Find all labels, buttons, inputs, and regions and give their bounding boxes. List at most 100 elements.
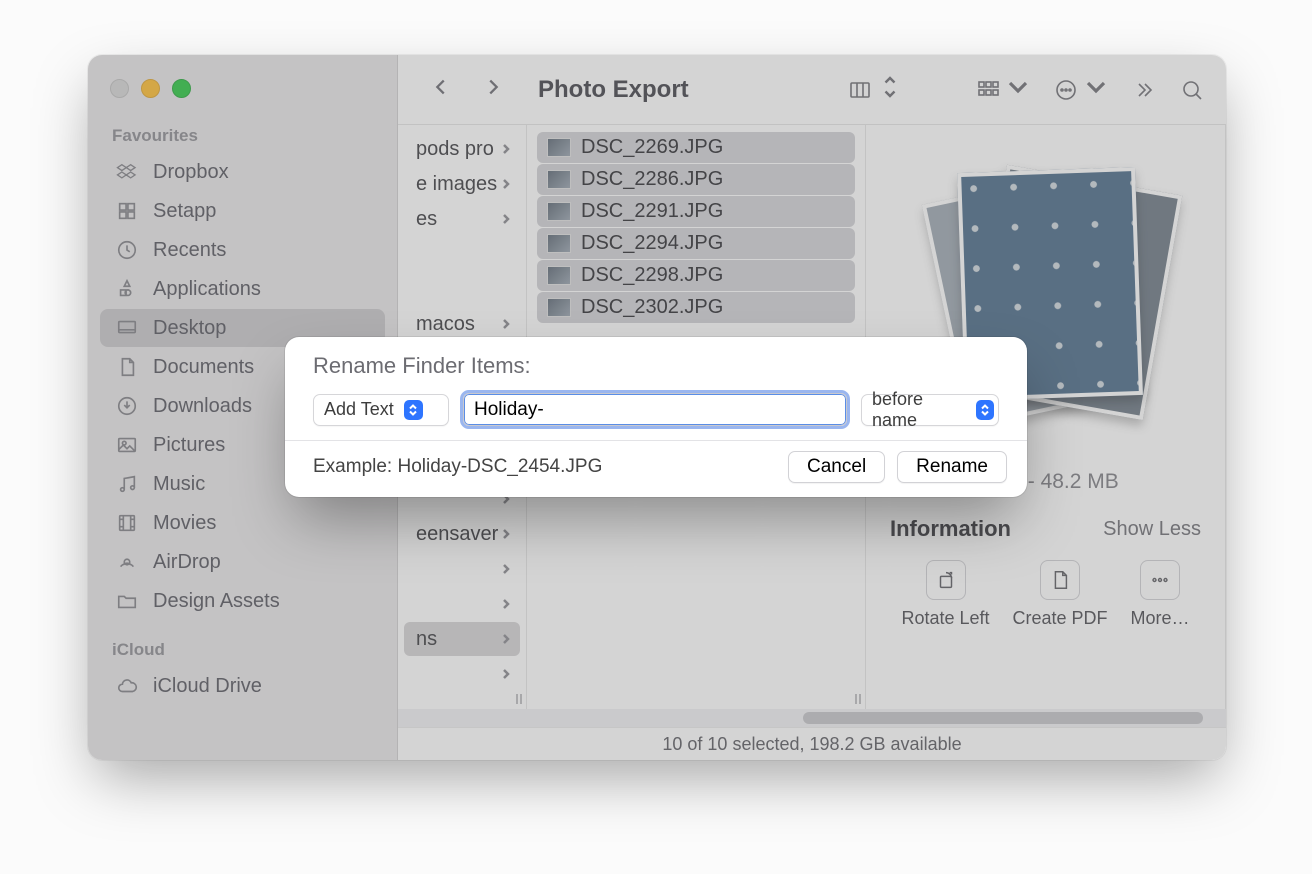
music-icon — [114, 472, 140, 496]
quick-action-label: More… — [1130, 608, 1189, 629]
file-row[interactable]: DSC_2286.JPG — [537, 164, 855, 195]
view-columns-button[interactable] — [848, 75, 902, 104]
folder-row[interactable]: macos — [404, 307, 520, 341]
chevron-right-icon — [500, 208, 512, 231]
file-thumbnail — [547, 138, 571, 157]
search-button[interactable] — [1180, 78, 1204, 102]
sheet-title: Rename Finder Items: — [313, 353, 999, 379]
sidebar-item-label: Desktop — [153, 317, 226, 340]
download-icon — [114, 394, 140, 418]
file-row[interactable]: DSC_2294.JPG — [537, 228, 855, 259]
folder-row[interactable] — [404, 272, 520, 306]
airdrop-icon — [114, 550, 140, 574]
file-thumbnail — [547, 202, 571, 221]
chevron-right-icon — [500, 628, 512, 651]
folder-row[interactable]: pods pro — [404, 132, 520, 166]
file-row[interactable]: DSC_2269.JPG — [537, 132, 855, 163]
file-row[interactable]: DSC_2291.JPG — [537, 196, 855, 227]
file-thumbnail — [547, 266, 571, 285]
folder-row[interactable] — [404, 657, 520, 691]
chevron-down-icon — [1084, 75, 1108, 104]
sidebar-heading-icloud: iCloud — [100, 634, 385, 666]
rotate-icon — [926, 560, 966, 600]
scrollbar-thumb[interactable] — [803, 712, 1203, 724]
sidebar-item-icloud-drive[interactable]: iCloud Drive — [100, 667, 385, 705]
apps-icon — [114, 277, 140, 301]
file-row[interactable]: DSC_2298.JPG — [537, 260, 855, 291]
quick-action-label: Rotate Left — [901, 608, 989, 629]
back-button[interactable] — [430, 76, 452, 103]
folder-row[interactable]: es — [404, 202, 520, 236]
chevron-down-icon — [1006, 75, 1030, 104]
folder-row[interactable] — [404, 587, 520, 621]
file-name: DSC_2302.JPG — [581, 296, 723, 319]
chevron-right-icon — [500, 313, 512, 336]
file-name: DSC_2294.JPG — [581, 232, 723, 255]
folder-row[interactable] — [404, 552, 520, 586]
folder-row[interactable] — [404, 237, 520, 271]
dropbox-icon — [114, 160, 140, 184]
window-controls — [100, 75, 385, 120]
quick-action-create-pdf[interactable]: Create PDF — [1012, 560, 1107, 629]
folder-icon — [114, 589, 140, 613]
cancel-button[interactable]: Cancel — [788, 451, 885, 483]
minimize-window-button[interactable] — [141, 79, 160, 98]
sidebar-item-label: Setapp — [153, 200, 216, 223]
toolbar-overflow-button[interactable] — [1132, 78, 1156, 102]
status-bar: 10 of 10 selected, 198.2 GB available — [398, 727, 1226, 760]
image-icon — [114, 433, 140, 457]
file-name: DSC_2298.JPG — [581, 264, 723, 287]
file-row[interactable]: DSC_2302.JPG — [537, 292, 855, 323]
group-by-button[interactable] — [976, 75, 1030, 104]
folder-row-label: ns — [416, 628, 437, 651]
chevron-right-icon — [500, 558, 512, 581]
sidebar-item-design-assets[interactable]: Design Assets — [100, 582, 385, 620]
action-menu-button[interactable] — [1054, 75, 1108, 104]
more-icon — [1140, 560, 1180, 600]
column-resize-handle[interactable] — [512, 689, 526, 709]
document-icon — [114, 355, 140, 379]
sidebar-item-label: iCloud Drive — [153, 675, 262, 698]
chevron-right-icon — [500, 593, 512, 616]
rename-position-dropdown[interactable]: before name — [861, 394, 999, 426]
column-resize-handle[interactable] — [851, 689, 865, 709]
folder-row[interactable]: eensaver — [404, 517, 520, 551]
quick-action-rotate-left[interactable]: Rotate Left — [901, 560, 989, 629]
sidebar-item-label: Documents — [153, 356, 254, 379]
film-icon — [114, 511, 140, 535]
chevron-right-icon — [500, 523, 512, 546]
quick-action-label: Create PDF — [1012, 608, 1107, 629]
dropdown-value: Add Text — [324, 399, 394, 420]
sidebar-item-label: AirDrop — [153, 551, 221, 574]
sidebar-item-movies[interactable]: Movies — [100, 504, 385, 542]
show-less-button[interactable]: Show Less — [1103, 518, 1201, 541]
sidebar-heading-favourites: Favourites — [100, 120, 385, 152]
sidebar-item-recents[interactable]: Recents — [100, 231, 385, 269]
rename-mode-dropdown[interactable]: Add Text — [313, 394, 449, 426]
desktop-icon — [114, 316, 140, 340]
folder-row-label: pods pro — [416, 138, 494, 161]
sidebar-item-label: Applications — [153, 278, 261, 301]
horizontal-scrollbar[interactable] — [398, 709, 1226, 727]
rename-text-input[interactable] — [463, 393, 847, 426]
sidebar-item-applications[interactable]: Applications — [100, 270, 385, 308]
sidebar-item-airdrop[interactable]: AirDrop — [100, 543, 385, 581]
sidebar-item-dropbox[interactable]: Dropbox — [100, 153, 385, 191]
close-window-button[interactable] — [110, 79, 129, 98]
maximize-window-button[interactable] — [172, 79, 191, 98]
folder-row[interactable]: ns — [404, 622, 520, 656]
file-name: DSC_2291.JPG — [581, 200, 723, 223]
folder-row[interactable]: e images — [404, 167, 520, 201]
sidebar-item-label: Dropbox — [153, 161, 229, 184]
quick-action-more[interactable]: More… — [1130, 560, 1189, 629]
sidebar-item-label: Movies — [153, 512, 216, 535]
sidebar-item-setapp[interactable]: Setapp — [100, 192, 385, 230]
preview-info-heading: Information — [890, 516, 1011, 542]
forward-button[interactable] — [482, 76, 504, 103]
sidebar-item-label: Design Assets — [153, 590, 280, 613]
folder-row-label: macos — [416, 313, 475, 336]
folder-row-label: e images — [416, 173, 497, 196]
rename-button[interactable]: Rename — [897, 451, 1007, 483]
sidebar-item-label: Music — [153, 473, 205, 496]
chevron-updown-icon — [976, 400, 994, 420]
